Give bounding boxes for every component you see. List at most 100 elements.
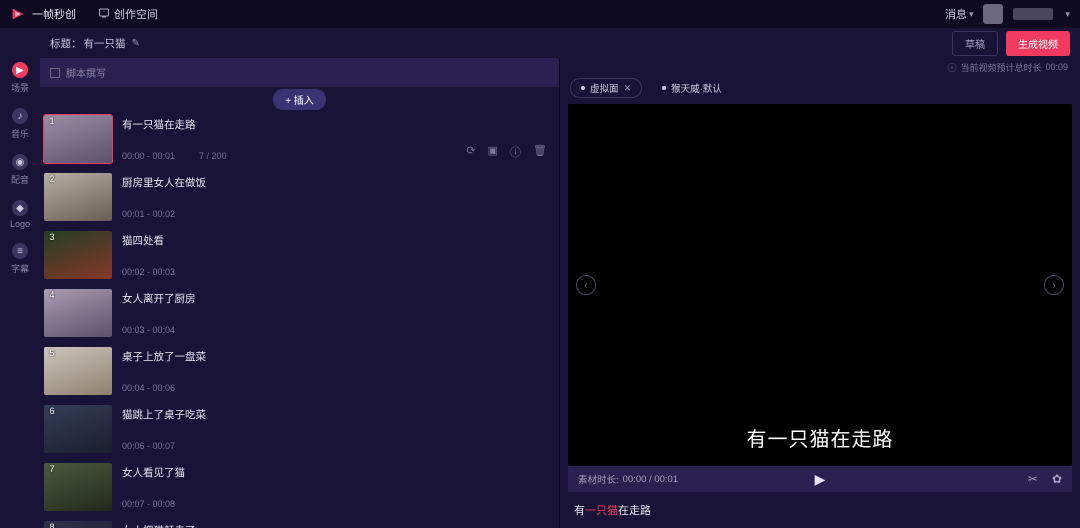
bullet-icon	[662, 86, 666, 90]
scene-item[interactable]: 6 猫跳上了桌子吃菜 00:06 - 00:07	[40, 400, 559, 458]
scene-item[interactable]: 5 桌子上放了一盘菜 00:04 - 00:06	[40, 342, 559, 400]
duration-hint-label: 当前视频预计总时长	[960, 61, 1041, 74]
sidebar-item-voice[interactable]: ◉ 配音	[11, 154, 29, 186]
chip-label: 虚拟面	[590, 81, 619, 95]
sidebar-item-label: 场景	[11, 81, 29, 94]
tag-row: 虚拟面 ✕ 猴天威·默认	[560, 76, 1080, 100]
scene-time: 00:07 - 00:08	[122, 499, 175, 509]
subtitle-post: 在走路	[618, 505, 651, 517]
brand-name: 一帧秒创	[32, 6, 76, 22]
scene-item[interactable]: 1 有一只猫在走路 00:00 - 00:01 7 / 200 ⟳ ▣ ⓘ 🗑	[40, 110, 559, 168]
draft-button[interactable]: 草稿	[952, 31, 998, 56]
subtitle-pre: 有	[574, 505, 585, 517]
scene-list: 1 有一只猫在走路 00:00 - 00:01 7 / 200 ⟳ ▣ ⓘ 🗑	[40, 110, 559, 528]
sidebar-item-label: Logo	[10, 219, 30, 229]
scene-index: 3	[46, 232, 58, 242]
chip-face[interactable]: 虚拟面 ✕	[570, 78, 642, 98]
info-icon: ⓘ	[947, 61, 956, 74]
music-icon: ♪	[12, 108, 28, 124]
titlebar: 标题： 有一只猫 ✎ 草稿 生成视频	[0, 28, 1080, 58]
sidebar-item-label: 音乐	[11, 127, 29, 140]
select-all-checkbox[interactable]	[50, 68, 60, 78]
prev-frame-button[interactable]: ‹	[576, 275, 596, 295]
scene-item[interactable]: 2 厨房里女人在做饭 00:01 - 00:02	[40, 168, 559, 226]
scene-index: 8	[46, 522, 58, 528]
scene-text[interactable]: 桌子上放了一盘菜	[122, 349, 549, 364]
scene-item[interactable]: 4 女人离开了厨房 00:03 - 00:04	[40, 284, 559, 342]
scene-text[interactable]: 厨房里女人在做饭	[122, 175, 549, 190]
topbar-right: 消息 ▾ ▾	[945, 4, 1070, 24]
action-info-icon[interactable]: ⓘ	[510, 144, 521, 160]
workspace-link[interactable]: 创作空间	[98, 6, 158, 22]
scene-time: 00:00 - 00:01	[122, 151, 175, 161]
username-placeholder	[1013, 8, 1053, 20]
action-image-icon[interactable]: ▣	[488, 144, 498, 160]
scene-text[interactable]: 有一只猫在走路	[122, 117, 549, 132]
scene-time: 00:06 - 00:07	[122, 441, 175, 451]
close-icon[interactable]: ✕	[624, 83, 632, 94]
scene-text[interactable]: 女人离开了厨房	[122, 291, 549, 306]
sidebar-item-label: 字幕	[11, 262, 29, 275]
scene-index: 7	[46, 464, 58, 474]
sidebar-item-logo[interactable]: ◆ Logo	[10, 200, 30, 229]
play-button[interactable]: ▶	[815, 471, 826, 488]
chevron-down-icon[interactable]: ▾	[1065, 9, 1070, 20]
scene-actions: ⟳ ▣ ⓘ 🗑	[466, 144, 547, 160]
scene-text[interactable]: 猫四处看	[122, 233, 549, 248]
project-title: 标题： 有一只猫 ✎	[50, 36, 140, 51]
scene-item[interactable]: 8 女人把猫赶走了	[40, 516, 559, 528]
bullet-icon	[581, 86, 585, 90]
title-value: 有一只猫	[84, 36, 126, 51]
duration-hint-value: 00:09	[1045, 62, 1068, 72]
timeline-label: 素材时长:	[578, 472, 619, 486]
scene-index: 4	[46, 290, 58, 300]
scene-char-count: 7 / 200	[199, 151, 227, 161]
edit-title-icon[interactable]: ✎	[132, 38, 140, 49]
workspace-label: 创作空间	[114, 6, 158, 22]
subtitle-icon: ≡	[12, 243, 28, 259]
action-delete-icon[interactable]: 🗑	[533, 144, 547, 160]
scene-item[interactable]: 3 猫四处看 00:02 - 00:03	[40, 226, 559, 284]
insert-button[interactable]: + 插入	[273, 89, 326, 110]
scene-index: 6	[46, 406, 58, 416]
workspace-icon	[98, 7, 110, 22]
avatar[interactable]	[983, 4, 1003, 24]
voice-icon: ◉	[12, 154, 28, 170]
sidebar-item-subtitle[interactable]: ≡ 字幕	[11, 243, 29, 275]
scene-panel-header: 脚本撰写	[40, 58, 559, 88]
chip-label: 猴天威·默认	[671, 81, 722, 95]
brand: 一帧秒创	[10, 6, 76, 22]
sidebar-item-music[interactable]: ♪ 音乐	[11, 108, 29, 140]
action-refresh-icon[interactable]: ⟳	[466, 144, 475, 160]
logo-icon	[10, 6, 26, 22]
chevron-down-icon: ▾	[969, 9, 974, 20]
scene-time: 00:03 - 00:04	[122, 325, 175, 335]
preview-panel: ⓘ 当前视频预计总时长 00:09 虚拟面 ✕ 猴天威·默认 ‹ › 有一只猫在…	[560, 58, 1080, 528]
subtitle-display: 有一只猫在走路	[560, 492, 1080, 528]
settings-icon[interactable]: ✿	[1052, 472, 1062, 486]
scene-icon: ▶	[12, 62, 28, 78]
scene-text[interactable]: 女人看见了猫	[122, 465, 549, 480]
video-player[interactable]: ‹ › 有一只猫在走路	[568, 104, 1072, 466]
scene-text[interactable]: 女人把猫赶走了	[122, 523, 549, 528]
timeline-value: 00:00 / 00:01	[623, 474, 678, 485]
title-prefix: 标题：	[50, 36, 82, 51]
chip-voice[interactable]: 猴天威·默认	[652, 79, 732, 97]
generate-button[interactable]: 生成视频	[1006, 31, 1070, 56]
script-placeholder: 脚本撰写	[66, 65, 106, 80]
messages-link[interactable]: 消息 ▾	[945, 6, 974, 22]
scene-time: 00:01 - 00:02	[122, 209, 175, 219]
scene-panel: 脚本撰写 + 插入 1 有一只猫在走路 00:00 - 00:01 7 / 20…	[40, 58, 560, 528]
scene-text[interactable]: 猫跳上了桌子吃菜	[122, 407, 549, 422]
logo-sidebar-icon: ◆	[12, 200, 28, 216]
next-frame-button[interactable]: ›	[1044, 275, 1064, 295]
cut-icon[interactable]: ✂	[1028, 472, 1038, 486]
scene-time: 00:04 - 00:06	[122, 383, 175, 393]
video-caption: 有一只猫在走路	[568, 423, 1072, 452]
insert-row: + 插入	[40, 88, 559, 110]
subtitle-highlight: 一只猫	[585, 505, 618, 517]
messages-label: 消息	[945, 6, 967, 22]
sidebar-item-scene[interactable]: ▶ 场景	[11, 62, 29, 94]
player-controls: 素材时长: 00:00 / 00:01 ▶ ✂ ✿	[568, 466, 1072, 492]
scene-item[interactable]: 7 女人看见了猫 00:07 - 00:08	[40, 458, 559, 516]
